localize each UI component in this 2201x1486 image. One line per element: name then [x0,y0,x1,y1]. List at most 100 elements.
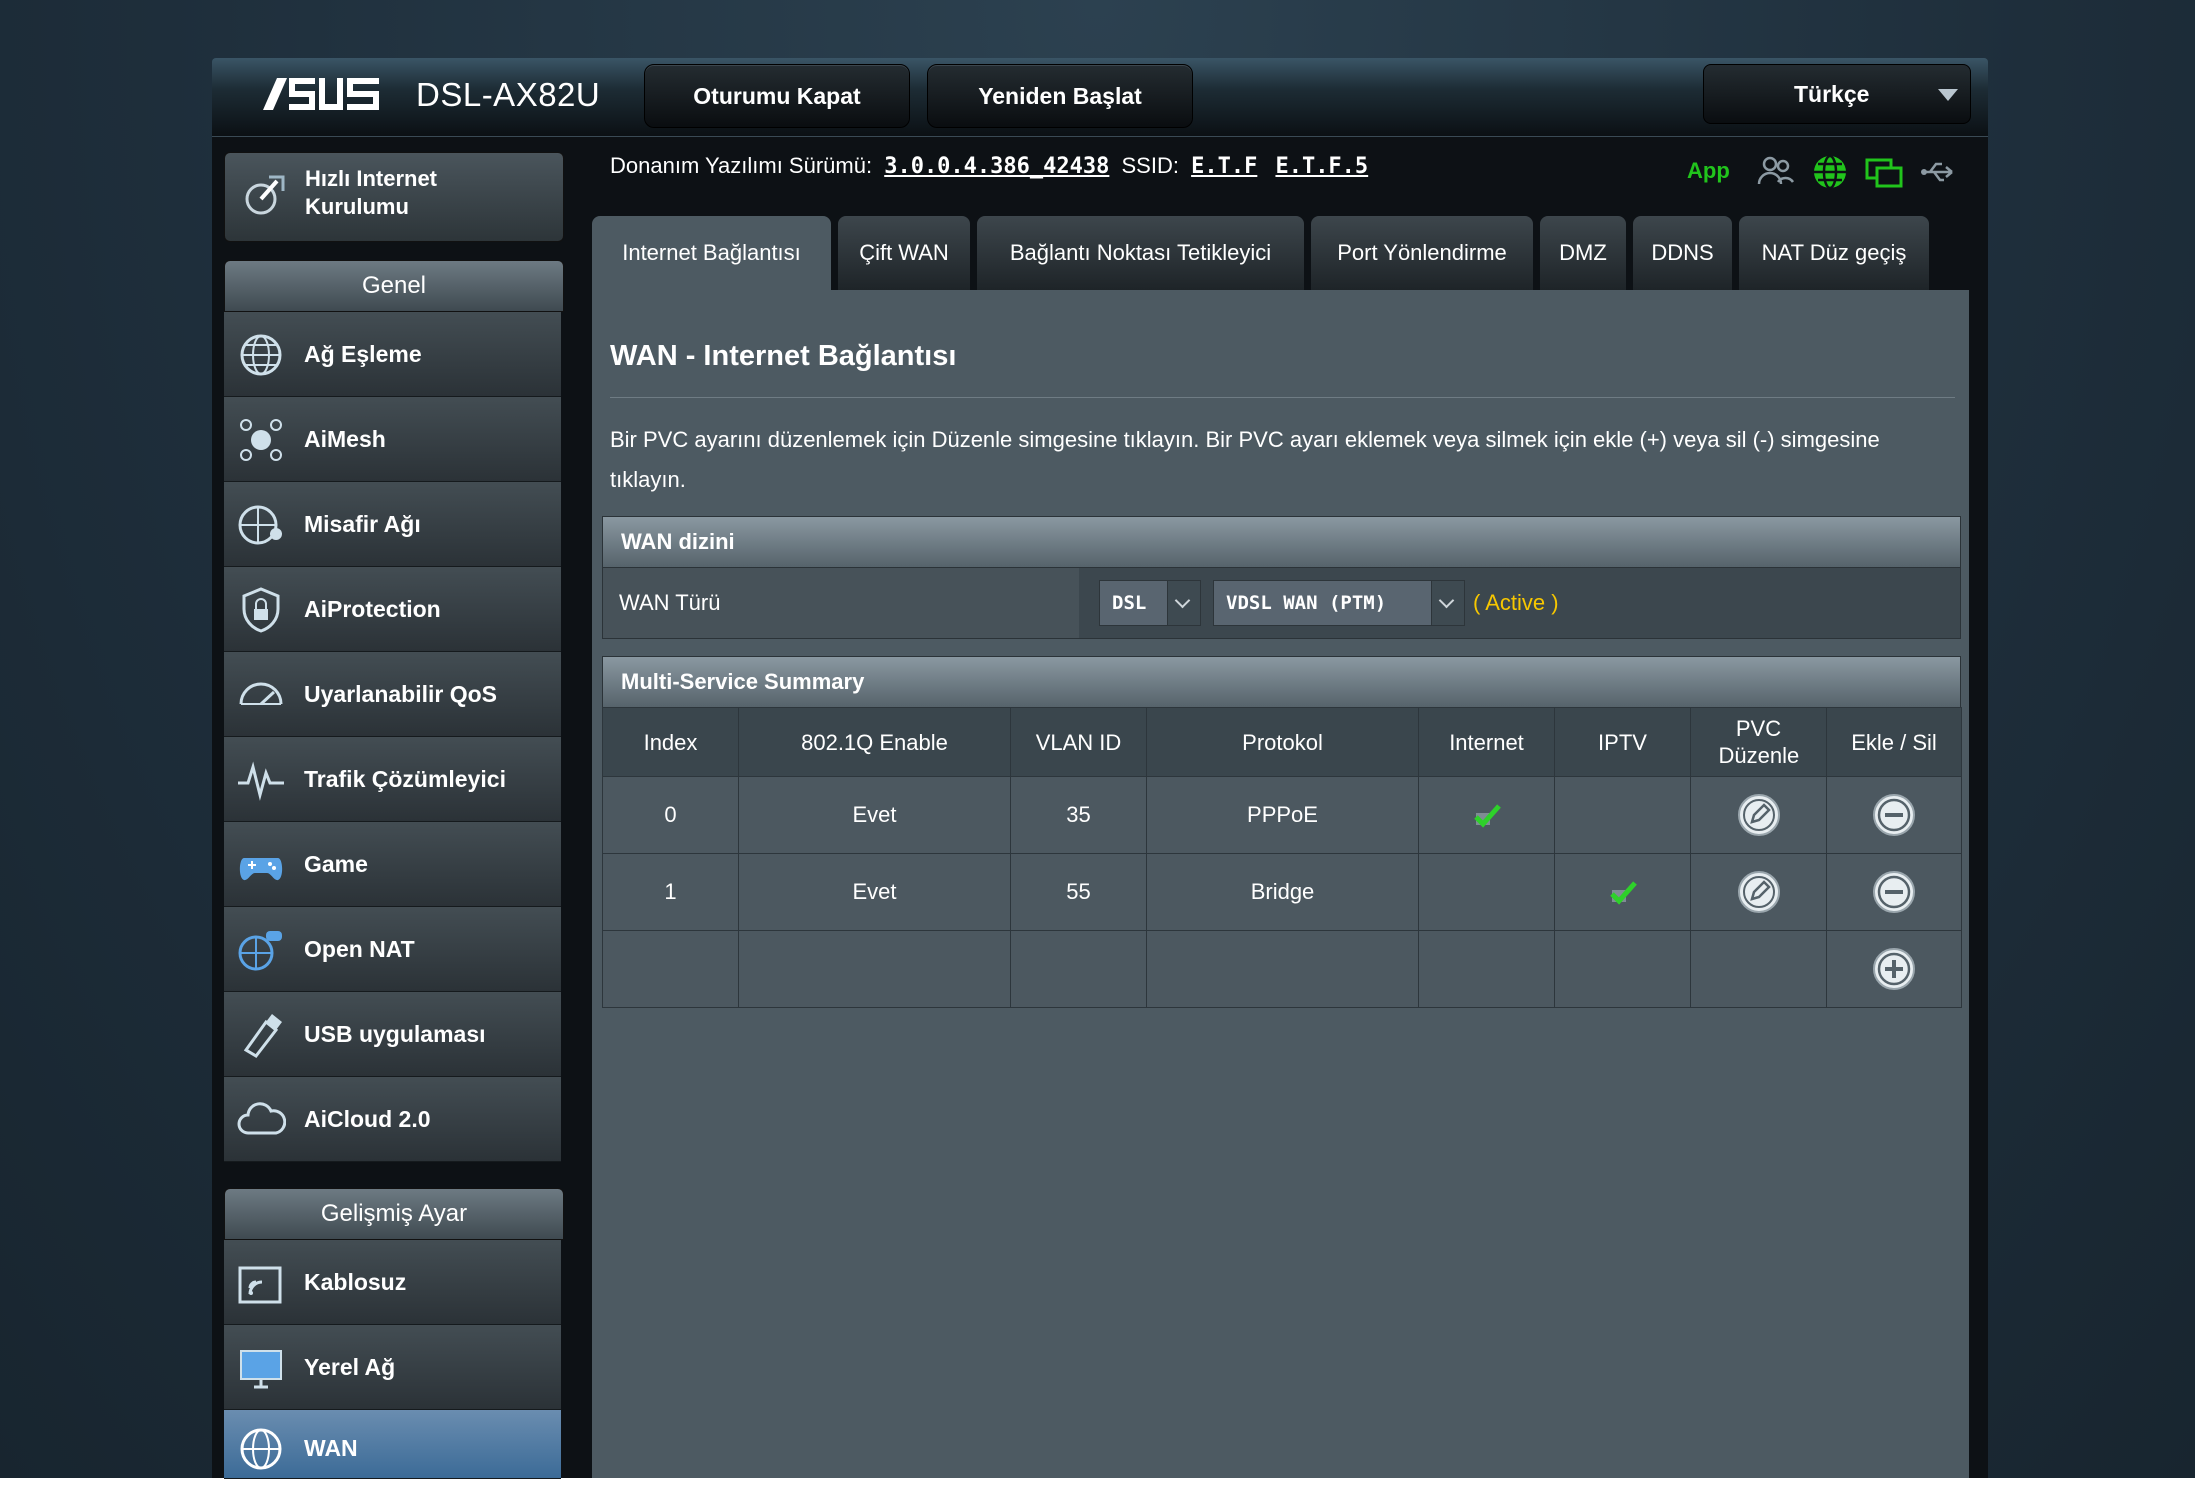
cell-index: 0 [602,776,739,854]
empty-cell [1690,930,1827,1008]
sidebar-item-usb-application[interactable]: USB uygulaması [224,992,561,1077]
sidebar-item-label: WAN [304,1435,358,1461]
cell-iptv [1554,853,1691,931]
sidebar-item-adaptive-qos[interactable]: Uyarlanabilir QoS [224,652,561,737]
sidebar-item-aicloud[interactable]: AiCloud 2.0 [224,1077,561,1162]
edit-pencil-icon[interactable] [1737,793,1781,837]
pvc-edit-header-label: PVC Düzenle [1718,716,1800,768]
cell-internet [1418,853,1555,931]
guest-network-icon [238,505,282,545]
app-link[interactable]: App [1687,158,1730,184]
cell-iptv [1554,776,1691,854]
reboot-button[interactable]: Yeniden Başlat [927,64,1193,128]
cell-vlan-id: 55 [1010,853,1147,931]
firmware-ssid-info: Donanım Yazılımı Sürümü: 3.0.0.4.386_424… [610,153,1374,179]
cell-add-delete [1826,853,1962,931]
sidebar-item-wan[interactable]: WAN [224,1410,561,1479]
sidebar-item-label: Yerel Ağ [304,1354,396,1380]
cell-add-delete [1826,776,1962,854]
wan-type-row: WAN Türü DSL VDSL WAN (PTM) ( Active ) [602,567,1961,639]
checkmark-icon [1609,880,1637,905]
column-header-index: Index [602,707,739,777]
cloud-icon [237,1102,286,1135]
table-header-row: Index 802.1Q Enable VLAN ID Protokol Int… [602,707,1962,777]
cell-8021q: Evet [738,853,1011,931]
sidebar-item-label: USB uygulaması [304,1021,486,1047]
sidebar-item-guest-network[interactable]: Misafir Ağı [224,482,561,567]
traffic-wave-icon [238,761,284,801]
sidebar-item-label: AiProtection [304,596,441,622]
tab-nat-passthrough[interactable]: NAT Düz geçiş [1739,216,1929,290]
empty-cell [602,930,739,1008]
ssid-2g-link[interactable]: E.T.F [1191,154,1257,179]
sidebar-item-open-nat[interactable]: Open NAT [224,907,561,992]
sidebar-item-network-map[interactable]: Ağ Eşleme [224,312,561,397]
delete-minus-icon[interactable] [1872,793,1916,837]
page-description: Bir PVC ayarını düzenlemek için Düzenle … [610,427,1880,492]
ssid-5g-link[interactable]: E.T.F.5 [1275,154,1368,179]
shield-lock-icon [242,587,280,633]
column-header-protocol: Protokol [1146,707,1419,777]
add-plus-icon[interactable] [1872,947,1916,991]
wan-status-label: ( Active ) [1473,590,1559,615]
sidebar-item-aiprotection[interactable]: AiProtection [224,567,561,652]
tab-port-forwarding[interactable]: Port Yönlendirme [1311,216,1533,290]
column-header-internet: Internet [1418,707,1555,777]
tab-dual-wan[interactable]: Çift WAN [838,216,970,290]
wan-mode-select[interactable]: VDSL WAN (PTM) [1213,580,1465,626]
empty-cell [1554,930,1691,1008]
tab-dmz[interactable]: DMZ [1540,216,1626,290]
empty-cell [1146,930,1419,1008]
tab-port-trigger[interactable]: Bağlantı Noktası Tetikleyici [977,216,1304,290]
sidebar-item-game[interactable]: Game [224,822,561,907]
lan-monitor-icon [240,1350,282,1389]
sidebar-item-label: Trafik Çözümleyici [304,766,506,792]
quick-setup-label: Hızlı Internet Kurulumu [305,166,438,219]
language-value: Türkçe [1794,81,1870,107]
sidebar-item-traffic-analyzer[interactable]: Trafik Çözümleyici [224,737,561,822]
wan-type-value: DSL [1112,592,1147,614]
chevron-down-icon [1431,581,1464,625]
sidebar-item-label: AiMesh [304,426,386,452]
multi-service-summary-heading: Multi-Service Summary [602,656,1961,708]
column-header-vlan-id: VLAN ID [1010,707,1147,777]
speedometer-icon [239,682,283,706]
open-nat-icon [238,931,282,971]
cell-add [1826,930,1962,1008]
tab-internet-connection[interactable]: Internet Bağlantısı [592,216,831,290]
cell-pvc-edit [1690,853,1827,931]
delete-minus-icon[interactable] [1872,870,1916,914]
wan-type-select[interactable]: DSL [1099,580,1201,626]
column-header-add-delete: Ekle / Sil [1826,707,1962,777]
quick-setup-icon [245,175,285,215]
sidebar-item-wireless[interactable]: Kablosuz [224,1240,561,1325]
network-status-icon[interactable] [1864,152,1904,192]
clients-icon[interactable] [1756,152,1796,192]
checkmark-icon [1473,803,1501,828]
wan-mode-value: VDSL WAN (PTM) [1226,592,1387,614]
edit-pencil-icon[interactable] [1737,870,1781,914]
wan-type-controls: DSL VDSL WAN (PTM) ( Active ) [1079,568,1960,638]
table-row: 0 Evet 35 PPPoE [602,776,1962,854]
cell-protocol: Bridge [1146,853,1419,931]
chevron-down-icon [1938,89,1958,101]
sidebar-item-label: Game [304,851,368,877]
router-model: DSL-AX82U [416,76,601,113]
sidebar-item-label: Misafir Ağı [304,511,421,537]
internet-status-icon[interactable] [1810,152,1850,192]
quick-internet-setup-button[interactable]: Hızlı Internet Kurulumu [224,152,564,242]
language-select[interactable]: Türkçe [1703,64,1971,124]
column-header-pvc-edit: PVC Düzenle [1690,707,1827,777]
sidebar-item-aimesh[interactable]: AiMesh [224,397,561,482]
table-row-add [602,930,1962,1008]
table-row: 1 Evet 55 Bridge [602,853,1962,931]
firmware-version-link[interactable]: 3.0.0.4.386_42438 [884,154,1109,179]
cell-8021q: Evet [738,776,1011,854]
general-section-heading: Genel [224,260,564,312]
sidebar-item-lan[interactable]: Yerel Ağ [224,1325,561,1410]
tab-ddns[interactable]: DDNS [1633,216,1732,290]
wan-globe-icon [240,1428,282,1470]
usb-status-icon[interactable] [1918,152,1958,192]
logout-button[interactable]: Oturumu Kapat [644,64,910,128]
sidebar-item-label: Open NAT [304,936,415,962]
